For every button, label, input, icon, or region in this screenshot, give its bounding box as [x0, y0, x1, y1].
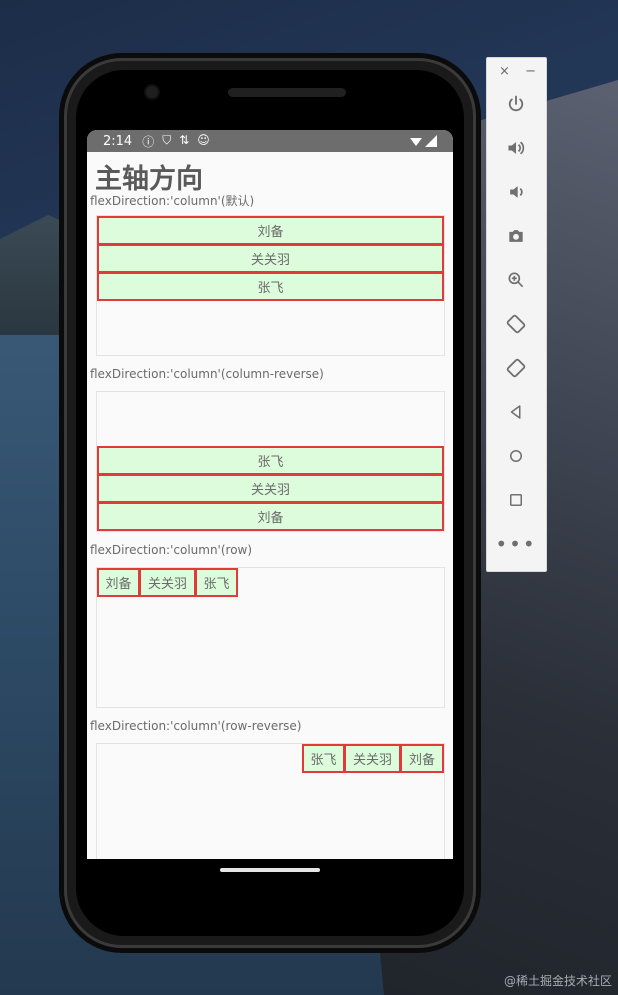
rotate-right-icon: [506, 358, 526, 378]
info-icon: ⓘ: [142, 134, 155, 149]
flex-container-column-reverse: 张飞 关关羽 刘备: [96, 391, 445, 532]
flex-item: 刘备: [97, 216, 444, 245]
earpiece: [228, 88, 346, 97]
back-button[interactable]: [502, 398, 530, 426]
flex-item: 关关羽: [139, 568, 196, 597]
flex-container-row: 刘备 关关羽 张飞: [96, 567, 445, 708]
shield-icon: ⛉: [162, 132, 172, 147]
section-label-row-reverse: flexDirection:'column'(row-reverse): [90, 719, 302, 733]
flex-container-row-reverse: 张飞 关关羽 刘备: [96, 743, 445, 859]
zoom-icon: [508, 272, 524, 288]
status-bar: 2:14 ⓘ ⛉ ⇅ ☺: [87, 130, 453, 152]
back-icon: [510, 405, 521, 419]
rotate-left-icon: [506, 314, 526, 334]
watermark: @稀土掘金技术社区: [503, 974, 612, 988]
flex-item: 关关羽: [97, 474, 444, 503]
volume-down-icon: [510, 186, 523, 198]
home-indicator[interactable]: [220, 868, 320, 872]
more-icon: •••: [495, 532, 537, 556]
phone-frame: 2:14 ⓘ ⛉ ⇅ ☺ 主轴方向 flexDirection:'column'…: [64, 58, 476, 948]
power-icon: [508, 95, 524, 112]
close-button[interactable]: ×: [499, 64, 510, 79]
volume-up-button[interactable]: [502, 134, 530, 162]
screenshot-button[interactable]: [502, 222, 530, 250]
front-camera: [146, 86, 158, 98]
home-icon: [510, 450, 522, 462]
overview-icon: [510, 494, 522, 506]
flex-item: 张飞: [195, 568, 238, 597]
more-button[interactable]: •••: [495, 530, 534, 558]
rotate-right-button[interactable]: [502, 354, 530, 382]
rotate-left-button[interactable]: [502, 310, 530, 338]
flex-container-column: 刘备 关关羽 张飞: [96, 215, 445, 356]
emulator-toolbar: × − •••: [486, 57, 547, 572]
status-time: 2:14: [103, 133, 133, 149]
signal-icon: [425, 135, 437, 147]
zoom-button[interactable]: [502, 266, 530, 294]
section-label-column: flexDirection:'column'(默认): [90, 194, 255, 208]
flex-item: 刘备: [400, 744, 444, 773]
overview-button[interactable]: [502, 486, 530, 514]
section-label-row: flexDirection:'column'(row): [90, 543, 253, 557]
volume-up-icon: [508, 141, 525, 155]
power-button[interactable]: [502, 90, 530, 118]
volume-down-button[interactable]: [502, 178, 530, 206]
flex-item: 张飞: [97, 446, 444, 475]
wifi-icon: [410, 138, 422, 146]
page-title: 主轴方向: [95, 164, 203, 195]
flex-item: 关关羽: [344, 744, 401, 773]
face-icon: ☺: [197, 132, 210, 147]
home-button[interactable]: [502, 442, 530, 470]
flex-item: 关关羽: [97, 244, 444, 273]
flex-item: 刘备: [97, 502, 444, 531]
section-label-column-reverse: flexDirection:'column'(column-reverse): [90, 367, 324, 381]
app-screen: 2:14 ⓘ ⛉ ⇅ ☺ 主轴方向 flexDirection:'column'…: [87, 130, 453, 859]
flex-item: 张飞: [97, 272, 444, 301]
camera-icon: [509, 230, 523, 242]
flex-item: 刘备: [97, 568, 140, 597]
sync-icon: ⇅: [179, 132, 190, 147]
flex-item: 张飞: [302, 744, 345, 773]
minimize-button[interactable]: −: [525, 64, 536, 79]
